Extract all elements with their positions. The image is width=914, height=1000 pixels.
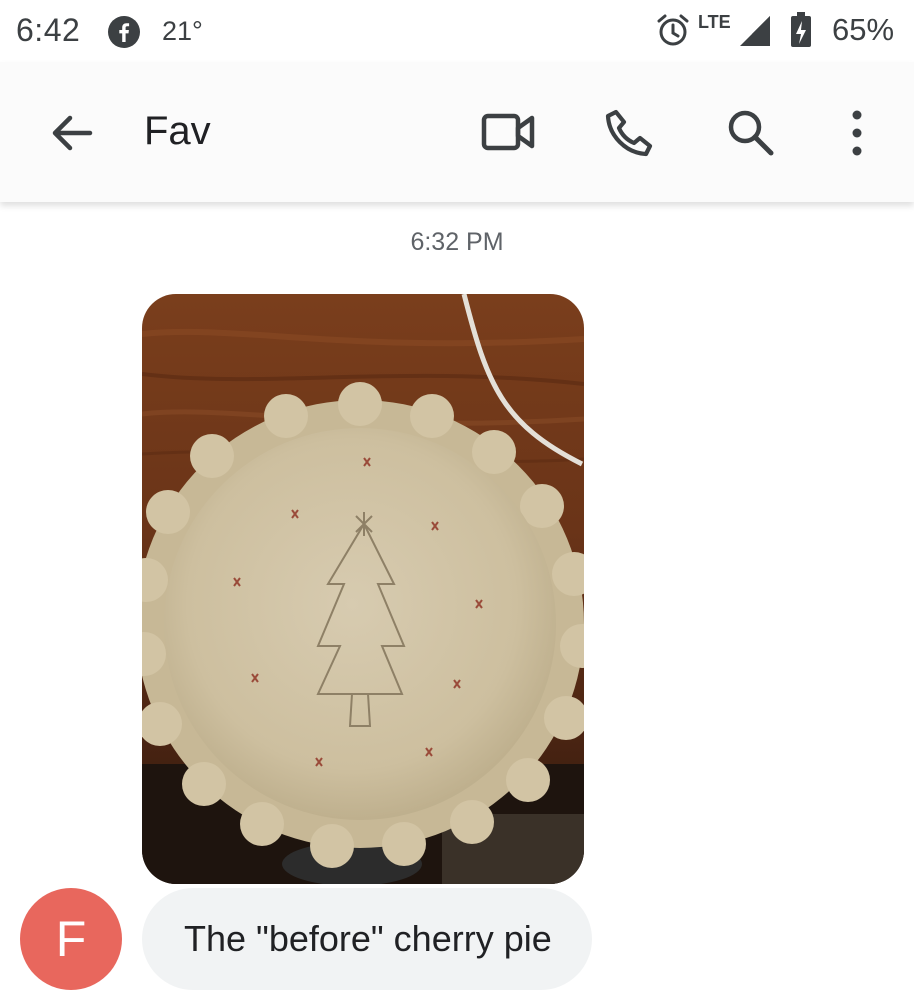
- pie-photo: [142, 294, 584, 884]
- signal-icon: [740, 16, 770, 46]
- status-bar: 6:42 21° LTE 65%: [0, 0, 914, 62]
- message-bubble[interactable]: The "before" cherry pie: [142, 888, 592, 990]
- image-message[interactable]: [142, 294, 584, 884]
- status-network: LTE: [698, 12, 731, 32]
- conversation-title: Fav: [144, 109, 211, 153]
- more-vert-icon[interactable]: [840, 106, 874, 160]
- alarm-icon: [657, 14, 689, 46]
- status-battery-percent: 65%: [832, 12, 895, 47]
- video-call-icon[interactable]: [480, 108, 536, 156]
- back-arrow-icon[interactable]: [44, 106, 98, 160]
- facebook-icon: [108, 16, 140, 48]
- message-timestamp: 6:32 PM: [410, 228, 504, 256]
- status-time: 6:42: [16, 12, 81, 48]
- contact-avatar[interactable]: F: [20, 888, 122, 990]
- search-icon[interactable]: [724, 106, 778, 160]
- status-temperature: 21°: [162, 16, 203, 46]
- app-bar: Fav: [0, 62, 914, 202]
- phone-icon[interactable]: [602, 106, 656, 160]
- battery-charging-icon: [791, 12, 811, 47]
